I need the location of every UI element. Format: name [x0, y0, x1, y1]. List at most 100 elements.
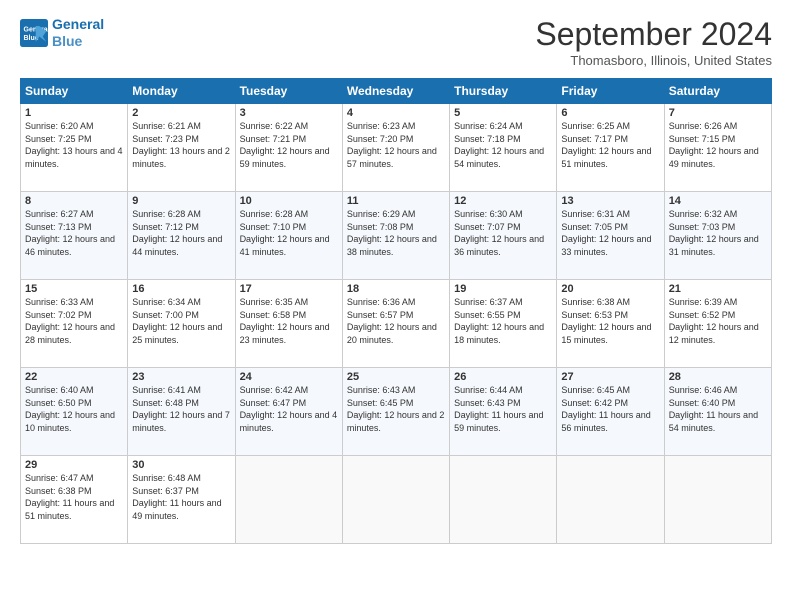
calendar-week-row: 15Sunrise: 6:33 AMSunset: 7:02 PMDayligh… — [21, 280, 772, 368]
table-row — [557, 456, 664, 544]
day-info: Sunrise: 6:46 AMSunset: 6:40 PMDaylight:… — [669, 384, 767, 434]
title-block: September 2024 Thomasboro, Illinois, Uni… — [535, 16, 772, 68]
table-row: 24Sunrise: 6:42 AMSunset: 6:47 PMDayligh… — [235, 368, 342, 456]
day-number: 9 — [132, 195, 230, 207]
table-row: 8Sunrise: 6:27 AMSunset: 7:13 PMDaylight… — [21, 192, 128, 280]
month-year: September 2024 — [535, 16, 772, 53]
table-row — [664, 456, 771, 544]
logo-icon: General Blue — [20, 19, 48, 47]
day-info: Sunrise: 6:40 AMSunset: 6:50 PMDaylight:… — [25, 384, 123, 434]
table-row: 28Sunrise: 6:46 AMSunset: 6:40 PMDayligh… — [664, 368, 771, 456]
day-number: 16 — [132, 283, 230, 295]
calendar-week-row: 22Sunrise: 6:40 AMSunset: 6:50 PMDayligh… — [21, 368, 772, 456]
day-number: 1 — [25, 107, 123, 119]
day-info: Sunrise: 6:43 AMSunset: 6:45 PMDaylight:… — [347, 384, 445, 434]
day-info: Sunrise: 6:24 AMSunset: 7:18 PMDaylight:… — [454, 120, 552, 170]
calendar-week-row: 8Sunrise: 6:27 AMSunset: 7:13 PMDaylight… — [21, 192, 772, 280]
day-number: 8 — [25, 195, 123, 207]
day-number: 6 — [561, 107, 659, 119]
day-number: 24 — [240, 371, 338, 383]
day-number: 2 — [132, 107, 230, 119]
day-number: 21 — [669, 283, 767, 295]
table-row: 12Sunrise: 6:30 AMSunset: 7:07 PMDayligh… — [450, 192, 557, 280]
table-row: 16Sunrise: 6:34 AMSunset: 7:00 PMDayligh… — [128, 280, 235, 368]
col-sunday: Sunday — [21, 79, 128, 104]
table-row: 6Sunrise: 6:25 AMSunset: 7:17 PMDaylight… — [557, 104, 664, 192]
table-row: 7Sunrise: 6:26 AMSunset: 7:15 PMDaylight… — [664, 104, 771, 192]
day-info: Sunrise: 6:42 AMSunset: 6:47 PMDaylight:… — [240, 384, 338, 434]
table-row: 13Sunrise: 6:31 AMSunset: 7:05 PMDayligh… — [557, 192, 664, 280]
day-number: 5 — [454, 107, 552, 119]
day-number: 10 — [240, 195, 338, 207]
table-row: 27Sunrise: 6:45 AMSunset: 6:42 PMDayligh… — [557, 368, 664, 456]
day-number: 12 — [454, 195, 552, 207]
day-number: 17 — [240, 283, 338, 295]
logo-text: GeneralBlue — [52, 16, 104, 50]
calendar-header-row: Sunday Monday Tuesday Wednesday Thursday… — [21, 79, 772, 104]
day-number: 30 — [132, 459, 230, 471]
table-row: 3Sunrise: 6:22 AMSunset: 7:21 PMDaylight… — [235, 104, 342, 192]
day-info: Sunrise: 6:26 AMSunset: 7:15 PMDaylight:… — [669, 120, 767, 170]
table-row: 25Sunrise: 6:43 AMSunset: 6:45 PMDayligh… — [342, 368, 449, 456]
table-row: 22Sunrise: 6:40 AMSunset: 6:50 PMDayligh… — [21, 368, 128, 456]
day-info: Sunrise: 6:31 AMSunset: 7:05 PMDaylight:… — [561, 208, 659, 258]
table-row: 14Sunrise: 6:32 AMSunset: 7:03 PMDayligh… — [664, 192, 771, 280]
day-number: 11 — [347, 195, 445, 207]
page: General Blue GeneralBlue September 2024 … — [0, 0, 792, 612]
day-info: Sunrise: 6:27 AMSunset: 7:13 PMDaylight:… — [25, 208, 123, 258]
col-wednesday: Wednesday — [342, 79, 449, 104]
day-number: 26 — [454, 371, 552, 383]
day-info: Sunrise: 6:28 AMSunset: 7:10 PMDaylight:… — [240, 208, 338, 258]
table-row: 26Sunrise: 6:44 AMSunset: 6:43 PMDayligh… — [450, 368, 557, 456]
day-number: 3 — [240, 107, 338, 119]
table-row: 17Sunrise: 6:35 AMSunset: 6:58 PMDayligh… — [235, 280, 342, 368]
location: Thomasboro, Illinois, United States — [535, 53, 772, 68]
calendar-week-row: 29Sunrise: 6:47 AMSunset: 6:38 PMDayligh… — [21, 456, 772, 544]
table-row: 4Sunrise: 6:23 AMSunset: 7:20 PMDaylight… — [342, 104, 449, 192]
day-info: Sunrise: 6:41 AMSunset: 6:48 PMDaylight:… — [132, 384, 230, 434]
day-number: 13 — [561, 195, 659, 207]
table-row: 29Sunrise: 6:47 AMSunset: 6:38 PMDayligh… — [21, 456, 128, 544]
day-info: Sunrise: 6:44 AMSunset: 6:43 PMDaylight:… — [454, 384, 552, 434]
day-number: 27 — [561, 371, 659, 383]
table-row: 21Sunrise: 6:39 AMSunset: 6:52 PMDayligh… — [664, 280, 771, 368]
day-info: Sunrise: 6:32 AMSunset: 7:03 PMDaylight:… — [669, 208, 767, 258]
day-info: Sunrise: 6:30 AMSunset: 7:07 PMDaylight:… — [454, 208, 552, 258]
table-row: 11Sunrise: 6:29 AMSunset: 7:08 PMDayligh… — [342, 192, 449, 280]
table-row: 15Sunrise: 6:33 AMSunset: 7:02 PMDayligh… — [21, 280, 128, 368]
table-row: 30Sunrise: 6:48 AMSunset: 6:37 PMDayligh… — [128, 456, 235, 544]
table-row: 2Sunrise: 6:21 AMSunset: 7:23 PMDaylight… — [128, 104, 235, 192]
table-row — [450, 456, 557, 544]
day-info: Sunrise: 6:35 AMSunset: 6:58 PMDaylight:… — [240, 296, 338, 346]
logo: General Blue GeneralBlue — [20, 16, 104, 50]
calendar-week-row: 1Sunrise: 6:20 AMSunset: 7:25 PMDaylight… — [21, 104, 772, 192]
col-friday: Friday — [557, 79, 664, 104]
day-info: Sunrise: 6:38 AMSunset: 6:53 PMDaylight:… — [561, 296, 659, 346]
table-row: 9Sunrise: 6:28 AMSunset: 7:12 PMDaylight… — [128, 192, 235, 280]
table-row: 20Sunrise: 6:38 AMSunset: 6:53 PMDayligh… — [557, 280, 664, 368]
day-info: Sunrise: 6:34 AMSunset: 7:00 PMDaylight:… — [132, 296, 230, 346]
col-monday: Monday — [128, 79, 235, 104]
day-info: Sunrise: 6:20 AMSunset: 7:25 PMDaylight:… — [25, 120, 123, 170]
table-row: 10Sunrise: 6:28 AMSunset: 7:10 PMDayligh… — [235, 192, 342, 280]
col-saturday: Saturday — [664, 79, 771, 104]
day-info: Sunrise: 6:22 AMSunset: 7:21 PMDaylight:… — [240, 120, 338, 170]
table-row: 19Sunrise: 6:37 AMSunset: 6:55 PMDayligh… — [450, 280, 557, 368]
table-row — [235, 456, 342, 544]
col-thursday: Thursday — [450, 79, 557, 104]
day-info: Sunrise: 6:47 AMSunset: 6:38 PMDaylight:… — [25, 472, 123, 522]
day-info: Sunrise: 6:21 AMSunset: 7:23 PMDaylight:… — [132, 120, 230, 170]
day-info: Sunrise: 6:48 AMSunset: 6:37 PMDaylight:… — [132, 472, 230, 522]
day-number: 29 — [25, 459, 123, 471]
day-number: 23 — [132, 371, 230, 383]
day-number: 18 — [347, 283, 445, 295]
day-info: Sunrise: 6:36 AMSunset: 6:57 PMDaylight:… — [347, 296, 445, 346]
day-number: 28 — [669, 371, 767, 383]
table-row: 1Sunrise: 6:20 AMSunset: 7:25 PMDaylight… — [21, 104, 128, 192]
day-info: Sunrise: 6:39 AMSunset: 6:52 PMDaylight:… — [669, 296, 767, 346]
day-number: 14 — [669, 195, 767, 207]
day-info: Sunrise: 6:37 AMSunset: 6:55 PMDaylight:… — [454, 296, 552, 346]
day-info: Sunrise: 6:33 AMSunset: 7:02 PMDaylight:… — [25, 296, 123, 346]
day-info: Sunrise: 6:28 AMSunset: 7:12 PMDaylight:… — [132, 208, 230, 258]
day-number: 20 — [561, 283, 659, 295]
